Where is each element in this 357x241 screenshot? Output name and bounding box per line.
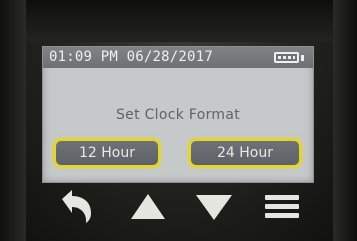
battery-icon (274, 52, 299, 63)
thermostat-device: 01:09 PM 06/28/2017 Set Clock Format 12 … (0, 0, 357, 241)
control-buttons (42, 188, 317, 224)
back-button[interactable] (52, 188, 100, 224)
status-bar: 01:09 PM 06/28/2017 (43, 47, 313, 68)
twelve-hour-option[interactable]: 12 Hour (53, 138, 161, 168)
menu-button[interactable] (258, 188, 306, 224)
twenty-four-hour-option[interactable]: 24 Hour (188, 138, 302, 168)
device-top-bezel (22, 0, 335, 42)
date-time: 01:09 PM 06/28/2017 (49, 49, 213, 65)
battery-level-icon (278, 56, 295, 59)
display-screen: 01:09 PM 06/28/2017 Set Clock Format 12 … (42, 46, 314, 183)
back-arrow-icon (62, 190, 91, 223)
device-right-bezel (333, 0, 357, 241)
up-triangle-icon (131, 194, 165, 219)
page-title: Set Clock Format (115, 107, 241, 123)
menu-icon (265, 195, 299, 218)
down-triangle-icon (196, 195, 232, 220)
up-button[interactable] (124, 188, 172, 224)
battery-cap-icon (301, 55, 304, 61)
down-button[interactable] (190, 188, 238, 224)
device-left-bezel (0, 0, 26, 241)
